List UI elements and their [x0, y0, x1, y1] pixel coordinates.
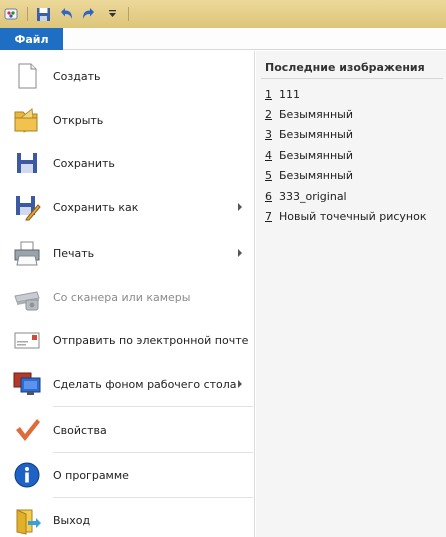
menu-item-label: Сохранить как [53, 200, 139, 214]
quick-access-toolbar [0, 0, 446, 28]
menu-item-new[interactable]: Создать [0, 54, 255, 98]
submenu-arrow-icon [238, 249, 242, 257]
menu-item-from-scanner[interactable]: Со сканера или камеры [0, 275, 255, 319]
customize-dropdown-icon[interactable] [103, 5, 121, 23]
recent-image-item[interactable]: 1 111 [265, 88, 300, 101]
recent-item-name: Безымянный [279, 149, 353, 162]
menu-item-send-email[interactable]: Отправить по электронной почте [0, 318, 255, 362]
menu-item-print[interactable]: Печать [0, 231, 255, 275]
menu-item-set-desktop-background[interactable]: Сделать фоном рабочего стола [0, 362, 255, 406]
recent-item-number: 5 [265, 169, 272, 182]
recent-images-panel: Последние изображения 1 111 2 Безымянный… [256, 51, 446, 537]
recent-image-item[interactable]: 4 Безымянный [265, 149, 353, 162]
menu-item-label: Сделать фоном рабочего стола [53, 377, 237, 391]
file-tab[interactable]: Файл [0, 28, 63, 50]
desktop-background-icon [13, 372, 41, 395]
recent-image-item[interactable]: 2 Безымянный [265, 108, 353, 121]
toolbar-separator [27, 7, 28, 21]
menu-divider [53, 406, 253, 407]
recent-item-name: 333_original [279, 190, 347, 203]
menu-item-label: Свойства [53, 423, 107, 437]
recent-item-number: 3 [265, 128, 272, 141]
info-icon [14, 462, 40, 488]
file-tab-label: Файл [14, 32, 49, 46]
menu-item-save[interactable]: Сохранить [0, 141, 255, 185]
recent-item-name: Безымянный [279, 128, 353, 141]
toolbar-separator [128, 7, 129, 21]
menu-item-label: Создать [53, 69, 101, 83]
email-icon [14, 332, 40, 349]
submenu-arrow-icon [238, 380, 242, 388]
recent-images-title: Последние изображения [265, 61, 425, 74]
recent-images-divider [261, 78, 443, 79]
new-document-icon [18, 63, 37, 89]
menu-item-properties[interactable]: Свойства [0, 408, 255, 452]
checkmark-icon [16, 419, 40, 441]
recent-item-name: Новый точечный рисунок [279, 210, 427, 223]
save-as-icon [16, 196, 41, 221]
recent-item-number: 4 [265, 149, 272, 162]
open-folder-icon [14, 108, 38, 133]
save-icon[interactable] [34, 5, 52, 23]
menu-item-label: Выход [53, 513, 91, 527]
recent-image-item[interactable]: 6 333_original [265, 190, 347, 203]
save-icon [17, 153, 37, 173]
paint-app-icon[interactable] [2, 5, 20, 23]
menu-item-open[interactable]: Открыть [0, 98, 255, 142]
menu-item-label: Со сканера или камеры [53, 290, 191, 304]
recent-item-number: 2 [265, 108, 272, 121]
menu-item-label: Отправить по электронной почте [53, 333, 249, 347]
printer-icon [14, 241, 40, 266]
menu-item-label: О программе [53, 468, 129, 482]
menu-item-save-as[interactable]: Сохранить как [0, 185, 255, 229]
recent-item-number: 6 [265, 190, 272, 203]
recent-image-item[interactable]: 3 Безымянный [265, 128, 353, 141]
menu-item-label: Открыть [53, 113, 104, 127]
menu-item-label: Печать [53, 246, 95, 260]
recent-item-name: Безымянный [279, 169, 353, 182]
scanner-icon [14, 291, 40, 311]
recent-image-item[interactable]: 5 Безымянный [265, 169, 353, 182]
menu-item-exit[interactable]: Выход [0, 498, 255, 537]
menu-item-about[interactable]: О программе [0, 453, 255, 497]
recent-item-number: 1 [265, 88, 272, 101]
ribbon-tab-strip: Файл [0, 28, 446, 50]
application-menu: Создать Открыть Сохранить Сохранить как … [0, 51, 255, 537]
menu-item-label: Сохранить [53, 156, 115, 170]
recent-item-name: Безымянный [279, 108, 353, 121]
exit-icon [16, 509, 41, 535]
recent-item-number: 7 [265, 210, 272, 223]
recent-item-name: 111 [279, 88, 300, 101]
redo-icon[interactable] [80, 5, 98, 23]
submenu-arrow-icon [238, 203, 242, 211]
undo-icon[interactable] [57, 5, 75, 23]
recent-image-item[interactable]: 7 Новый точечный рисунок [265, 210, 427, 223]
